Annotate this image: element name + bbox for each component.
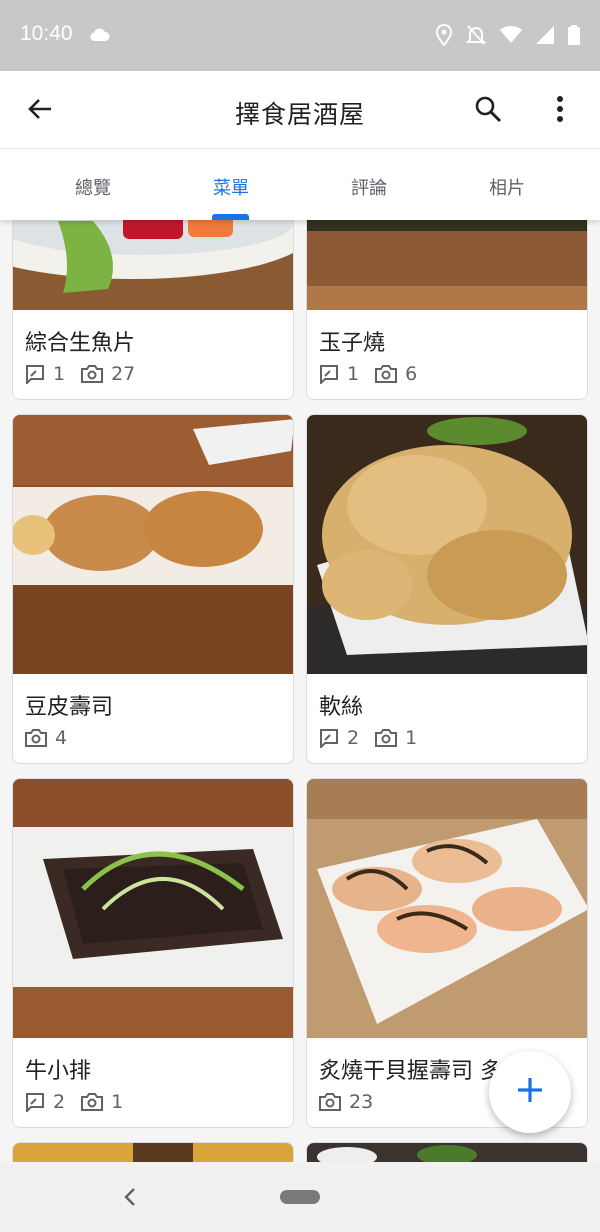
menu-item-card[interactable]: 綜合生魚片 1 27 <box>12 220 294 400</box>
review-count-value: 1 <box>53 363 66 385</box>
tab-bar: 總覽 菜單 評論 相片 <box>0 150 600 220</box>
camera-icon <box>25 729 47 747</box>
photo-count: 1 <box>81 1091 123 1113</box>
camera-icon <box>375 729 398 747</box>
page-title: 擇食居酒屋 <box>234 100 365 129</box>
photo-count-value: 23 <box>349 1091 374 1113</box>
photo-count: 1 <box>375 727 417 749</box>
review-icon <box>26 365 44 384</box>
menu-item-name: 綜合生魚片 <box>25 331 136 356</box>
review-count-value: 1 <box>347 363 360 385</box>
menu-item-stats: 4 <box>25 727 83 749</box>
dish-photo <box>13 220 293 310</box>
review-count: 1 <box>319 363 359 385</box>
photo-count: 6 <box>375 363 417 385</box>
camera-icon <box>81 365 104 383</box>
review-count: 2 <box>319 727 359 749</box>
search-button[interactable] <box>470 93 506 129</box>
photo-count-value: 1 <box>111 1091 124 1113</box>
more-options-button[interactable] <box>542 93 578 129</box>
menu-item-name: 軟絲 <box>319 695 364 720</box>
menu-item-stats: 2 1 <box>319 727 433 749</box>
photo-count: 23 <box>319 1091 373 1113</box>
menu-item-stats: 1 27 <box>25 363 151 385</box>
menu-item-card[interactable]: 牛小排 2 1 <box>12 778 294 1128</box>
menu-item-card[interactable]: 豆皮壽司 4 <box>12 414 294 764</box>
menu-item-name: 牛小排 <box>25 1059 92 1084</box>
menu-item-name: 豆皮壽司 <box>25 695 114 720</box>
photo-count-value: 6 <box>405 363 418 385</box>
location-icon <box>435 23 453 50</box>
bell-off-icon <box>465 24 487 50</box>
tab-overview[interactable]: 總覽 <box>18 150 168 220</box>
photo-count: 27 <box>81 363 135 385</box>
menu-item-stats: 2 1 <box>25 1091 139 1113</box>
wifi-icon <box>500 25 522 48</box>
review-count: 2 <box>25 1091 65 1113</box>
cloud-icon <box>88 26 110 46</box>
chevron-left-icon <box>124 1188 135 1206</box>
menu-item-card[interactable]: 軟絲 2 1 <box>306 414 588 764</box>
dish-photo <box>307 415 587 674</box>
status-bar: 10:40 <box>0 0 600 71</box>
battery-icon <box>568 25 580 49</box>
dish-photo <box>13 779 293 1038</box>
nav-home-button[interactable] <box>280 1190 320 1204</box>
review-icon <box>320 729 338 748</box>
menu-item-card[interactable]: 玉子燒 1 6 <box>306 220 588 400</box>
review-icon <box>320 365 338 384</box>
tab-photos[interactable]: 相片 <box>432 150 582 220</box>
photo-count-value: 1 <box>405 727 418 749</box>
review-icon <box>26 1093 44 1112</box>
system-nav-bar <box>0 1162 600 1232</box>
add-button[interactable] <box>489 1051 571 1133</box>
menu-item-name: 玉子燒 <box>319 331 386 356</box>
review-count-value: 2 <box>53 1091 66 1113</box>
plus-icon <box>516 1076 544 1108</box>
dish-photo <box>307 220 587 310</box>
dish-photo <box>307 1143 587 1162</box>
tab-reviews[interactable]: 評論 <box>294 150 444 220</box>
menu-item-stats: 23 <box>319 1091 389 1113</box>
photo-count-value: 27 <box>111 363 136 385</box>
nav-back-button[interactable] <box>118 1184 144 1210</box>
status-time: 10:40 <box>20 22 73 45</box>
dish-photo <box>307 779 587 1038</box>
review-count: 1 <box>25 363 65 385</box>
camera-icon <box>375 365 398 383</box>
signal-icon <box>536 26 554 48</box>
tab-indicator <box>212 214 249 220</box>
menu-item-card[interactable] <box>306 1142 588 1162</box>
dish-photo <box>13 415 293 674</box>
menu-item-stats: 1 6 <box>319 363 433 385</box>
camera-icon <box>319 1093 341 1111</box>
more-vert-icon <box>556 96 564 126</box>
tab-menu[interactable]: 菜單 <box>156 150 306 220</box>
camera-icon <box>81 1093 104 1111</box>
photo-count-value: 4 <box>55 727 68 749</box>
menu-grid: 綜合生魚片 1 27 玉子燒 1 6 豆皮壽司 4 軟絲 2 1 牛小排 2 1… <box>0 220 600 1162</box>
app-bar: 擇食居酒屋 <box>0 71 600 149</box>
menu-item-name: 炙燒干貝握壽司 多 <box>319 1059 502 1084</box>
search-icon <box>474 95 502 127</box>
photo-count: 4 <box>25 727 67 749</box>
review-count-value: 2 <box>347 727 360 749</box>
menu-item-card[interactable] <box>12 1142 294 1162</box>
dish-photo <box>13 1143 293 1162</box>
